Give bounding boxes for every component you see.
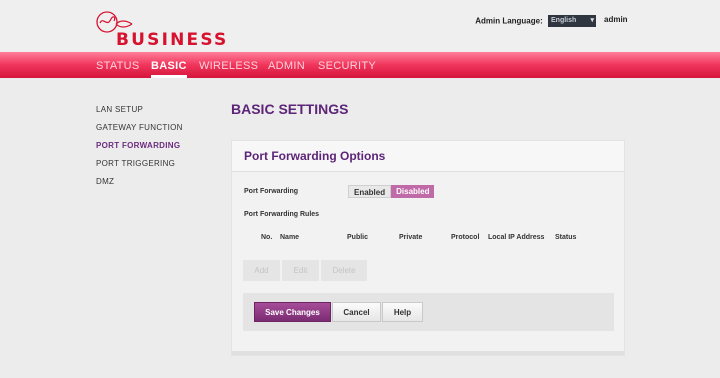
nav-admin[interactable]: ADMIN bbox=[268, 60, 305, 72]
save-changes-button[interactable]: Save Changes bbox=[254, 302, 331, 322]
cancel-button[interactable]: Cancel bbox=[332, 302, 381, 322]
port-forwarding-label: Port Forwarding bbox=[244, 188, 299, 195]
page-title: BASIC SETTINGS bbox=[231, 101, 349, 117]
nav-security[interactable]: SECURITY bbox=[318, 60, 376, 72]
sidebar-item-dmz[interactable]: DMZ bbox=[96, 177, 114, 186]
column-header-no: No. bbox=[261, 234, 273, 241]
main-nav: STATUS BASIC WIRELESS ADMIN SECURITY bbox=[0, 52, 720, 78]
language-value: English bbox=[551, 17, 577, 24]
nav-wireless[interactable]: WIRELESS bbox=[199, 60, 258, 72]
column-header-local-ip: Local IP Address bbox=[488, 234, 545, 241]
action-bar: Save Changes Cancel Help bbox=[243, 293, 614, 331]
help-button[interactable]: Help bbox=[382, 302, 423, 322]
toggle-disabled-button[interactable]: Disabled bbox=[391, 185, 435, 198]
nav-basic[interactable]: BASIC bbox=[151, 60, 187, 78]
sidebar-item-port-forwarding[interactable]: PORT FORWARDING bbox=[96, 141, 180, 150]
column-header-public: Public bbox=[347, 234, 369, 241]
sidebar-item-port-triggering[interactable]: PORT TRIGGERING bbox=[96, 159, 175, 168]
panel-title: Port Forwarding Options bbox=[244, 149, 386, 163]
sidebar-item-lan-setup[interactable]: LAN SETUP bbox=[96, 105, 143, 114]
column-header-private: Private bbox=[399, 234, 423, 241]
add-rule-button[interactable]: Add bbox=[243, 260, 280, 281]
brand-logo[interactable]: BUSINESS bbox=[94, 10, 226, 50]
port-forwarding-panel: Port Forwarding Options Port Forwarding … bbox=[231, 140, 625, 356]
chevron-down-icon: ▾ bbox=[590, 17, 594, 24]
user-menu[interactable]: admin bbox=[604, 15, 628, 24]
toggle-enabled-button[interactable]: Enabled bbox=[348, 185, 392, 198]
language-select[interactable]: English ▾ bbox=[548, 15, 596, 27]
column-header-status: Status bbox=[555, 234, 577, 241]
brand-name: BUSINESS bbox=[116, 30, 229, 50]
column-header-name: Name bbox=[280, 234, 300, 241]
column-header-protocol: Protocol bbox=[451, 234, 480, 241]
panel-header: Port Forwarding Options bbox=[232, 141, 624, 172]
admin-language: Admin Language: English ▾ bbox=[475, 15, 596, 27]
edit-rule-button[interactable]: Edit bbox=[282, 260, 319, 281]
panel-footer bbox=[232, 351, 624, 355]
admin-language-label: Admin Language: bbox=[475, 16, 543, 26]
sidebar-item-gateway-function[interactable]: GATEWAY FUNCTION bbox=[96, 123, 183, 132]
nav-status[interactable]: STATUS bbox=[96, 60, 140, 72]
port-forwarding-rules-label: Port Forwarding Rules bbox=[244, 211, 320, 218]
port-forwarding-toggle: Enabled Disabled bbox=[348, 185, 435, 198]
header: BUSINESS Admin Language: English ▾ admin bbox=[0, 0, 720, 52]
delete-rule-button[interactable]: Delete bbox=[321, 260, 367, 281]
